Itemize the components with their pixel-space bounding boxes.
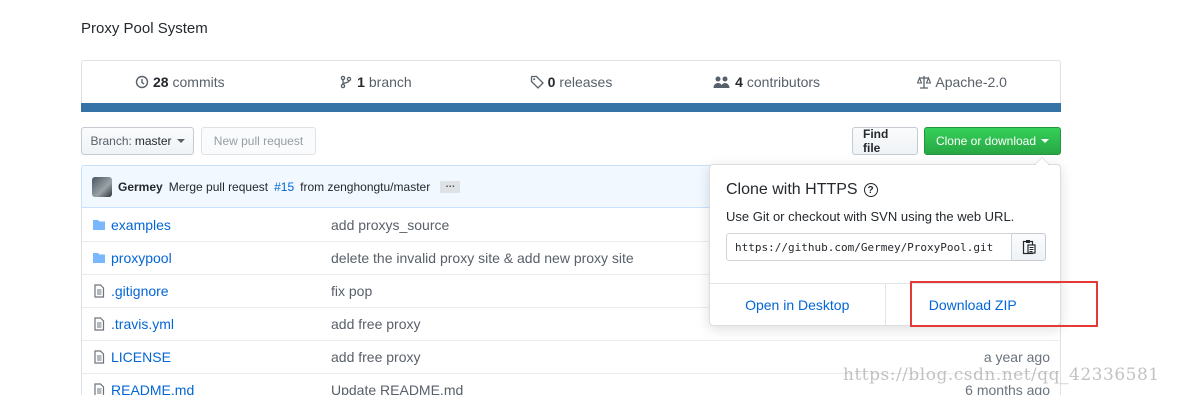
open-in-desktop-button[interactable]: Open in Desktop xyxy=(710,284,886,325)
question-icon[interactable]: ? xyxy=(863,183,878,197)
commit-author[interactable]: Germey xyxy=(118,180,163,194)
branches-count: 1 xyxy=(357,74,365,90)
file-commit-message[interactable]: Update README.md xyxy=(331,382,920,395)
file-commit-message[interactable]: add free proxy xyxy=(331,349,920,365)
clone-or-download-button[interactable]: Clone or download xyxy=(924,127,1061,155)
contributors-stat[interactable]: 4 contributors xyxy=(669,74,865,90)
repo-summary: 28 commits 1 branch 0 releases 4 contrib… xyxy=(81,60,1061,112)
tag-icon xyxy=(530,75,544,89)
clipboard-icon xyxy=(1022,240,1036,255)
branch-name: master xyxy=(134,134,172,148)
license-stat[interactable]: Apache-2.0 xyxy=(864,74,1060,90)
contributors-count: 4 xyxy=(735,74,743,90)
caret-down-icon xyxy=(1041,139,1050,143)
copy-url-button[interactable] xyxy=(1012,233,1046,261)
clone-url-group xyxy=(726,233,1046,261)
license-label: Apache-2.0 xyxy=(935,74,1007,90)
branches-stat[interactable]: 1 branch xyxy=(278,74,474,90)
file-name[interactable]: README.md xyxy=(111,382,331,395)
watermark: https://blog.csdn.net/qq_42336581 xyxy=(843,365,1160,385)
commits-stat[interactable]: 28 commits xyxy=(82,74,278,90)
file-name[interactable]: .travis.yml xyxy=(111,316,331,332)
commit-pr-link[interactable]: #15 xyxy=(274,180,294,194)
caret-down-icon xyxy=(176,139,185,143)
file-name[interactable]: examples xyxy=(111,217,331,233)
highlight-box xyxy=(910,281,1098,327)
file-name[interactable]: proxypool xyxy=(111,250,331,266)
people-icon xyxy=(713,76,730,88)
branches-label: branch xyxy=(368,74,412,90)
clone-url-input[interactable] xyxy=(726,233,1012,261)
new-pull-request-button[interactable]: New pull request xyxy=(201,127,316,155)
folder-icon xyxy=(93,253,105,263)
branch-prefix: Branch: xyxy=(90,134,132,148)
commits-label: commits xyxy=(172,74,225,90)
contributors-label: contributors xyxy=(746,74,821,90)
file-icon xyxy=(94,317,105,331)
language-bar[interactable] xyxy=(81,103,1061,112)
clone-hint: Use Git or checkout with SVN using the w… xyxy=(726,209,1015,224)
find-file-button[interactable]: Find file xyxy=(852,127,918,155)
releases-count: 0 xyxy=(547,74,556,90)
releases-stat[interactable]: 0 releases xyxy=(473,74,669,90)
file-icon xyxy=(94,284,105,298)
commits-count: 28 xyxy=(152,74,169,90)
commit-message[interactable]: Merge pull request xyxy=(169,180,268,194)
clone-dropdown-header: Clone with HTTPS ? xyxy=(726,181,878,199)
branch-icon xyxy=(340,75,352,89)
clone-or-download-label: Clone or download xyxy=(935,134,1037,148)
file-name[interactable]: LICENSE xyxy=(111,349,331,365)
commit-message-suffix[interactable]: from zenghongtu/master xyxy=(300,180,430,194)
file-age: a year ago xyxy=(983,349,1050,365)
folder-icon xyxy=(93,219,105,230)
law-icon xyxy=(917,76,932,89)
avatar[interactable] xyxy=(92,176,112,197)
repo-description: Proxy Pool System xyxy=(81,20,208,37)
releases-label: releases xyxy=(559,74,613,90)
branch-select-button[interactable]: Branch: master xyxy=(81,127,194,155)
file-name[interactable]: .gitignore xyxy=(111,283,331,299)
file-icon xyxy=(94,350,105,364)
commit-expand-button[interactable]: … xyxy=(440,179,461,193)
file-icon xyxy=(94,383,105,395)
clone-title: Clone with HTTPS xyxy=(726,181,858,198)
history-icon xyxy=(135,75,149,89)
